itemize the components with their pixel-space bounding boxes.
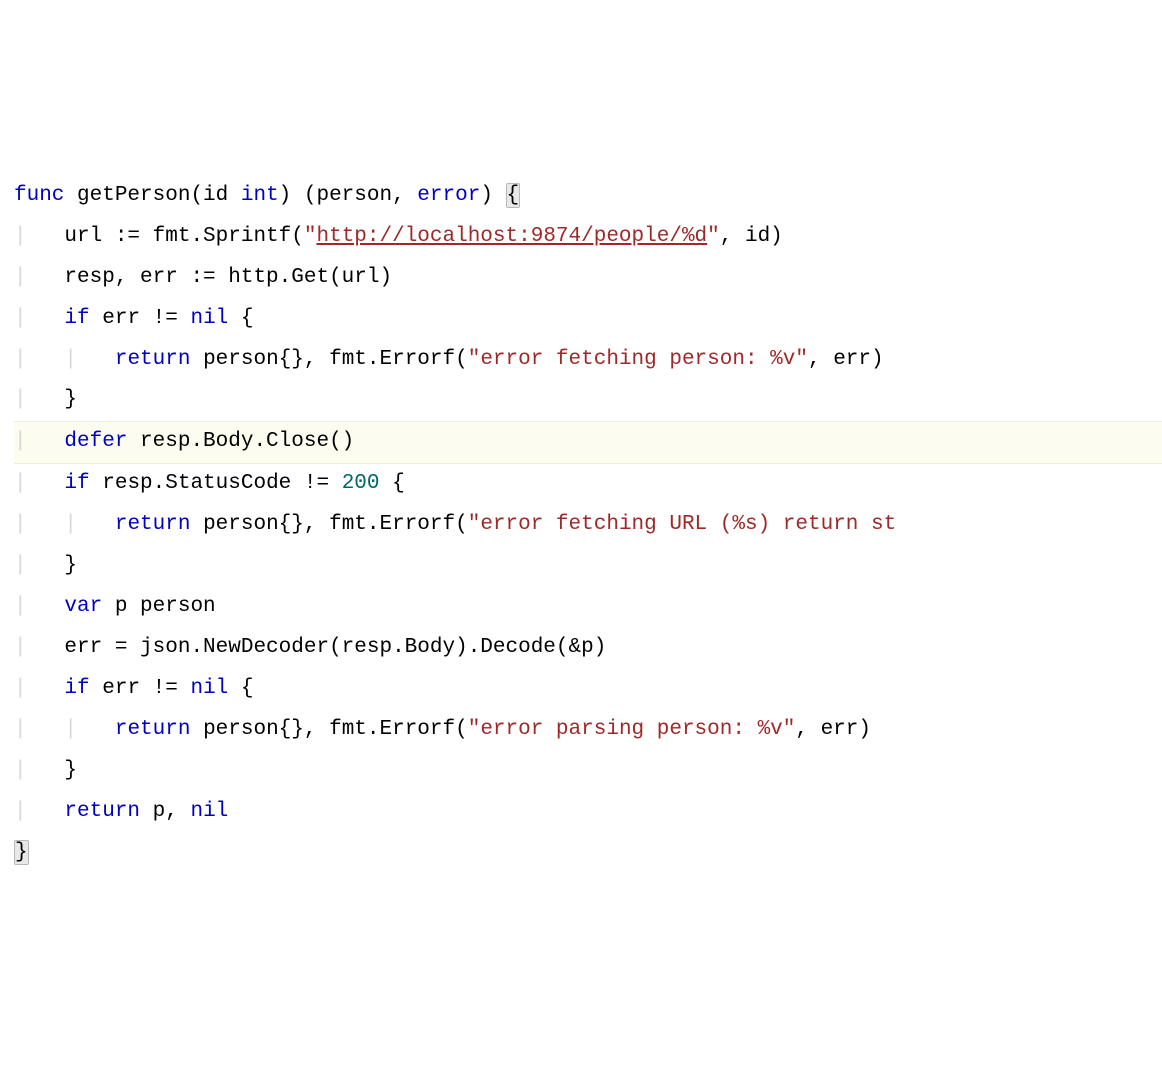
code-editor[interactable]: func getPerson(id int) (person, error) {… [14, 176, 1162, 874]
code-line[interactable]: | defer resp.Body.Close() [14, 421, 1162, 464]
token-kw: var [64, 595, 102, 618]
code-line[interactable]: | if err != nil { [14, 669, 1162, 710]
token-kw: return [115, 718, 191, 741]
code-line[interactable]: | | return person{}, fmt.Errorf("error f… [14, 505, 1162, 546]
token-kw: if [64, 677, 89, 700]
token-plain: { [380, 472, 405, 495]
token-plain: err != [90, 307, 191, 330]
token-plain: resp.Body.Close() [127, 430, 354, 453]
token-plain: person{}, fmt.Errorf( [190, 718, 467, 741]
token-plain: err = json.NewDecoder(resp.Body).Decode(… [64, 636, 606, 659]
token-kw: if [64, 307, 89, 330]
token-plain: , id) [720, 225, 783, 248]
token-plain: } [64, 554, 77, 577]
token-type: int [241, 184, 279, 207]
token-str: " [707, 225, 720, 248]
token-plain: url := fmt.Sprintf( [64, 225, 303, 248]
token-plain: } [64, 759, 77, 782]
token-kw: nil [190, 677, 228, 700]
token-kw: nil [190, 800, 228, 823]
code-line[interactable]: | } [14, 546, 1162, 587]
token-str: "error fetching person: %v" [468, 348, 808, 371]
token-plain: ) (person, [279, 184, 418, 207]
token-plain: } [64, 388, 77, 411]
token-plain: person{}, fmt.Errorf( [190, 513, 467, 536]
token-str: "error fetching URL (%s) return st [468, 513, 896, 536]
token-kw: func [14, 184, 64, 207]
token-kw: return [64, 800, 140, 823]
token-plain: err != [90, 677, 191, 700]
token-plain: { [228, 677, 253, 700]
token-url: http://localhost:9874/people/%d [316, 225, 707, 248]
code-line[interactable]: | if err != nil { [14, 299, 1162, 340]
code-line[interactable]: | } [14, 380, 1162, 421]
code-line[interactable]: | | return person{}, fmt.Errorf("error p… [14, 710, 1162, 751]
token-brace-highlight: { [506, 183, 521, 208]
token-plain: person{}, fmt.Errorf( [190, 348, 467, 371]
code-line[interactable]: func getPerson(id int) (person, error) { [14, 176, 1162, 217]
token-str: "error parsing person: %v" [468, 718, 796, 741]
token-plain: p, [140, 800, 190, 823]
token-plain: resp, err := http.Get(url) [64, 266, 392, 289]
token-type: error [417, 184, 480, 207]
token-plain: { [228, 307, 253, 330]
code-line[interactable]: | var p person [14, 587, 1162, 628]
token-kw: return [115, 348, 191, 371]
token-kw: if [64, 472, 89, 495]
code-line[interactable]: | } [14, 751, 1162, 792]
code-line[interactable]: | resp, err := http.Get(url) [14, 258, 1162, 299]
code-line[interactable]: | url := fmt.Sprintf("http://localhost:9… [14, 217, 1162, 258]
token-str: " [304, 225, 317, 248]
token-kw: nil [190, 307, 228, 330]
token-plain: , err) [808, 348, 884, 371]
token-plain: , err) [795, 718, 871, 741]
token-plain: ) [480, 184, 505, 207]
code-line[interactable]: | return p, nil [14, 792, 1162, 833]
token-brace-highlight: } [14, 840, 29, 865]
token-plain: p person [102, 595, 215, 618]
code-line[interactable]: | | return person{}, fmt.Errorf("error f… [14, 340, 1162, 381]
code-line[interactable]: | if resp.StatusCode != 200 { [14, 464, 1162, 505]
code-line[interactable]: } [14, 833, 1162, 874]
code-line[interactable]: | err = json.NewDecoder(resp.Body).Decod… [14, 628, 1162, 669]
token-kw: return [115, 513, 191, 536]
token-kw: defer [64, 430, 127, 453]
token-plain: resp.StatusCode != [90, 472, 342, 495]
token-plain: getPerson(id [64, 184, 240, 207]
token-num: 200 [342, 472, 380, 495]
